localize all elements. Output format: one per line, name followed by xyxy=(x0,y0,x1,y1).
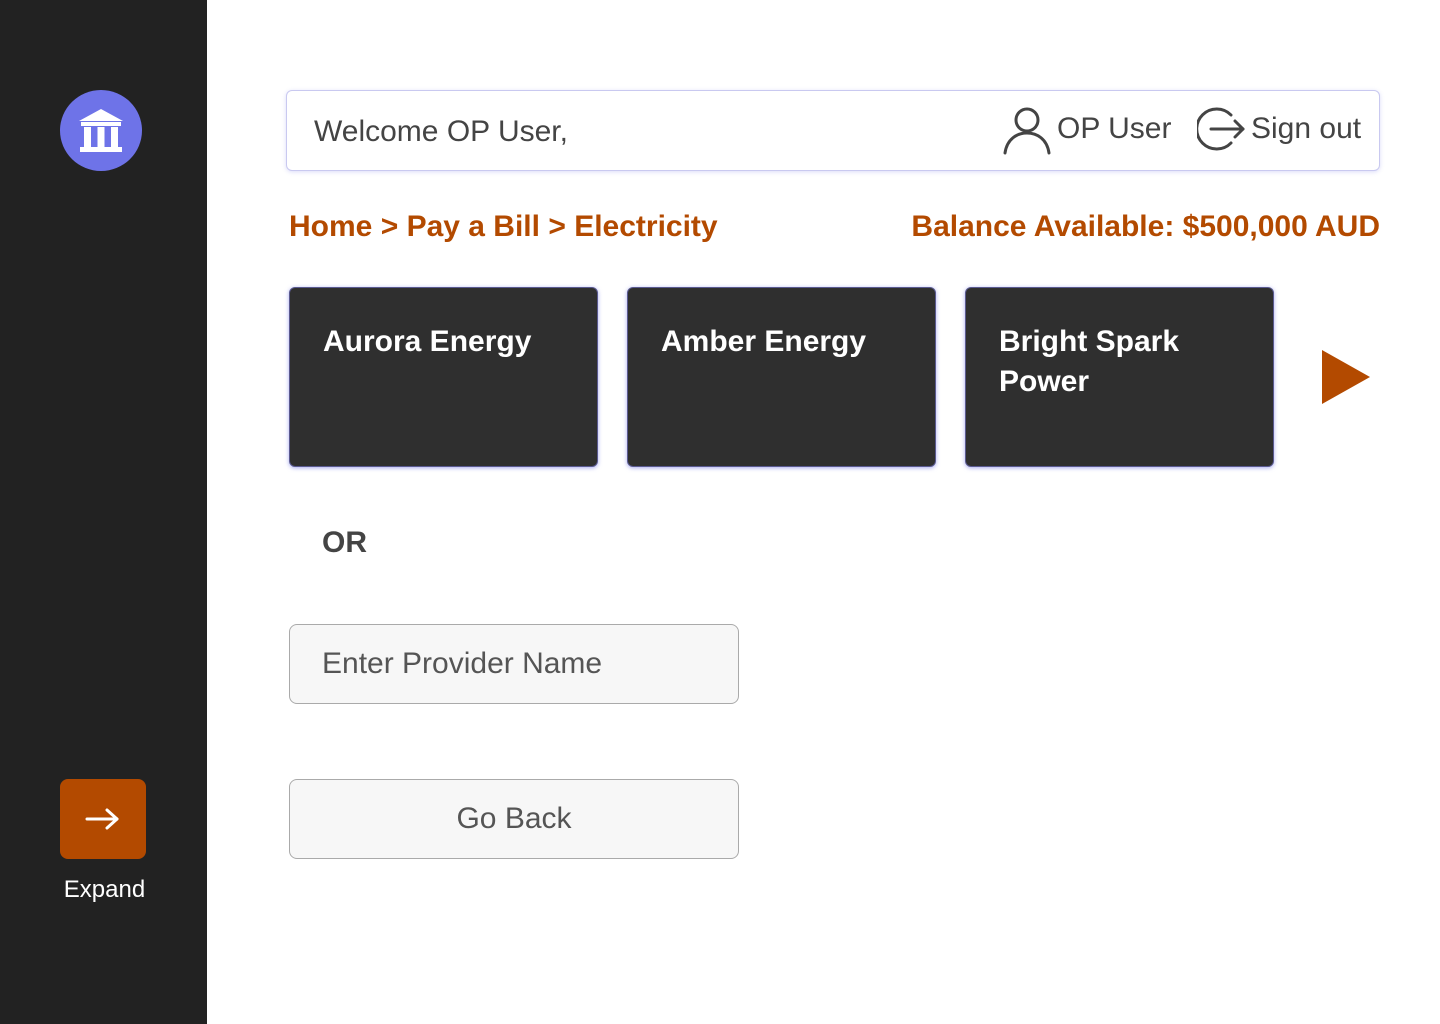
breadcrumb: Home > Pay a Bill > Electricity xyxy=(289,210,718,244)
balance-available: Balance Available: $500,000 AUD xyxy=(911,210,1380,243)
breadcrumb-home[interactable]: Home xyxy=(289,210,372,243)
user-name: OP User xyxy=(1057,112,1172,145)
provider-card-amber-energy[interactable]: Amber Energy xyxy=(627,287,936,467)
or-divider-label: OR xyxy=(322,526,367,559)
provider-card-bright-spark-power[interactable]: Bright Spark Power xyxy=(965,287,1274,467)
user-icon xyxy=(1003,107,1051,155)
sign-out-icon xyxy=(1197,107,1245,151)
provider-name: Aurora Energy xyxy=(323,325,532,358)
go-back-button[interactable]: Go Back xyxy=(289,779,739,859)
expand-label: Expand xyxy=(63,876,146,903)
sign-out-label: Sign out xyxy=(1251,112,1362,145)
sidebar: Expand xyxy=(0,0,207,1024)
next-arrow-icon[interactable] xyxy=(1318,348,1374,406)
provider-name-input[interactable] xyxy=(289,624,739,704)
breadcrumb-separator: > xyxy=(548,210,566,243)
breadcrumb-electricity: Electricity xyxy=(574,210,718,243)
provider-name: Bright Spark Power xyxy=(999,325,1180,398)
breadcrumb-pay-a-bill[interactable]: Pay a Bill xyxy=(407,210,540,243)
provider-card-aurora-energy[interactable]: Aurora Energy xyxy=(289,287,598,467)
user-profile-button[interactable]: OP User xyxy=(1001,103,1171,155)
expand-button[interactable] xyxy=(60,779,146,859)
sign-out-button[interactable]: Sign out xyxy=(1197,103,1361,155)
provider-name: Amber Energy xyxy=(661,325,867,358)
arrow-right-icon xyxy=(85,808,119,830)
breadcrumb-separator: > xyxy=(380,210,399,243)
welcome-message: Welcome OP User, xyxy=(314,115,568,148)
bank-icon xyxy=(79,108,123,152)
top-bar: Welcome OP User, OP User Sign out xyxy=(286,90,1380,171)
bank-logo-icon[interactable] xyxy=(60,90,142,171)
